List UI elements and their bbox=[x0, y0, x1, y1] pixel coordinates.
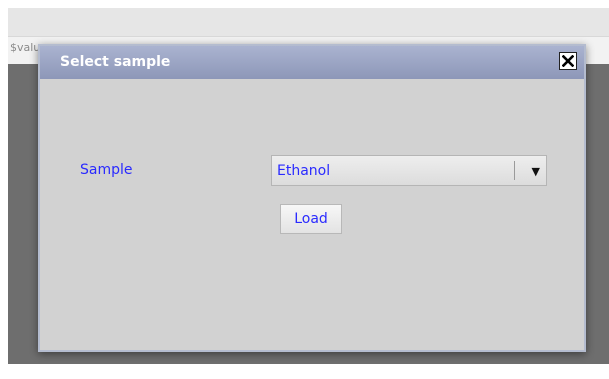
close-button[interactable] bbox=[559, 52, 577, 70]
select-divider bbox=[514, 161, 515, 180]
load-button[interactable]: Load bbox=[280, 204, 342, 234]
select-sample-dialog: Select sample Sample Ethanol ▼ Load bbox=[38, 44, 586, 352]
page-header-strip bbox=[8, 8, 609, 36]
close-icon bbox=[562, 55, 574, 67]
dialog-content: Sample Ethanol ▼ Load bbox=[40, 79, 584, 350]
chevron-down-icon[interactable]: ▼ bbox=[532, 165, 540, 178]
sample-select[interactable]: Ethanol ▼ bbox=[271, 155, 547, 186]
sample-label: Sample bbox=[80, 162, 133, 178]
dialog-title: Select sample bbox=[60, 54, 171, 70]
dialog-title-bar: Select sample bbox=[40, 46, 584, 79]
sample-select-value: Ethanol bbox=[277, 163, 331, 179]
